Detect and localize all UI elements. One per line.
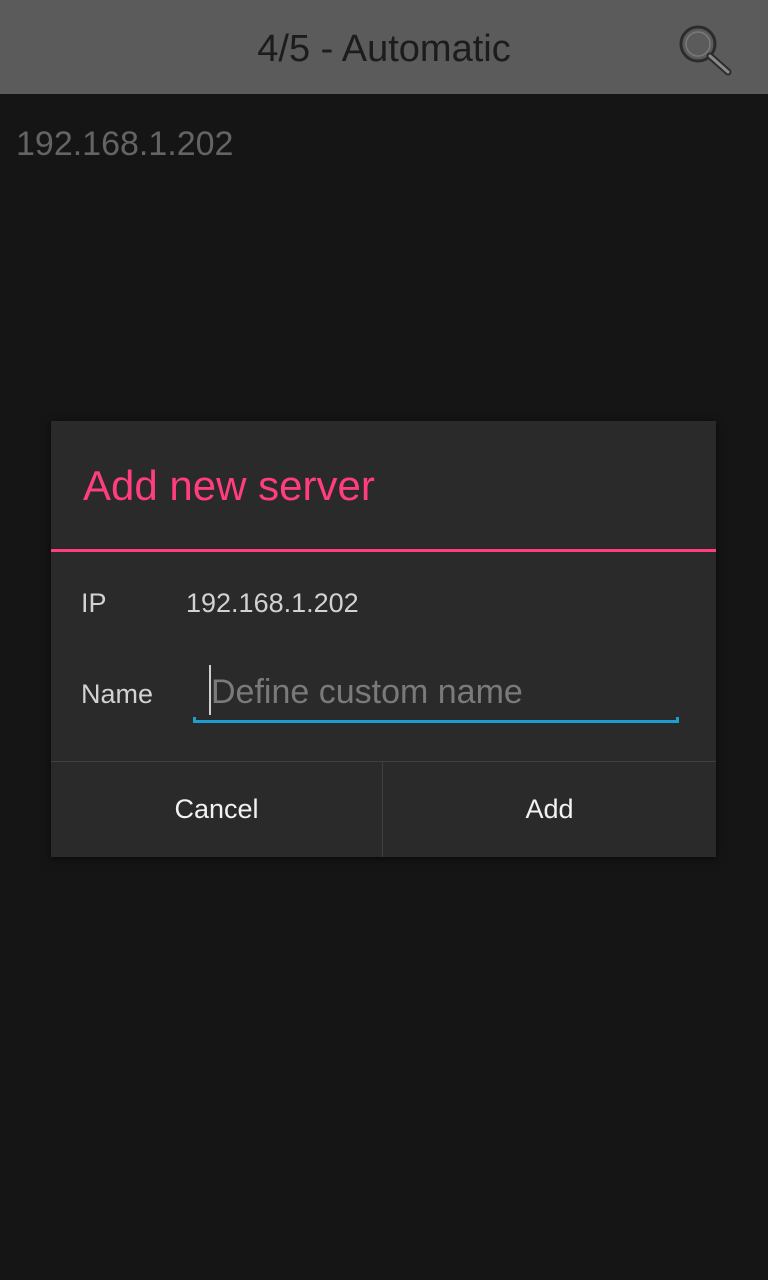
cancel-button[interactable]: Cancel: [51, 762, 382, 857]
name-label: Name: [81, 679, 154, 709]
add-server-dialog: Add new server IP 192.168.1.202 Name Can…: [51, 421, 716, 857]
input-underline: [193, 717, 679, 723]
server-list-item[interactable]: 192.168.1.202: [16, 120, 233, 168]
server-name-input[interactable]: [193, 661, 679, 723]
text-cursor: [209, 665, 211, 715]
top-action-bar: 4/5 - Automatic: [0, 0, 768, 94]
ip-value: 192.168.1.202: [186, 588, 359, 618]
dialog-title-divider: [51, 549, 716, 552]
page-title: 4/5 - Automatic: [257, 28, 511, 70]
add-button[interactable]: Add: [383, 762, 716, 857]
search-icon: [679, 25, 732, 76]
dialog-title: Add new server: [83, 462, 375, 509]
ip-label: IP: [81, 588, 107, 618]
search-button[interactable]: [674, 20, 736, 78]
dialog-button-row: Cancel Add: [51, 761, 716, 857]
